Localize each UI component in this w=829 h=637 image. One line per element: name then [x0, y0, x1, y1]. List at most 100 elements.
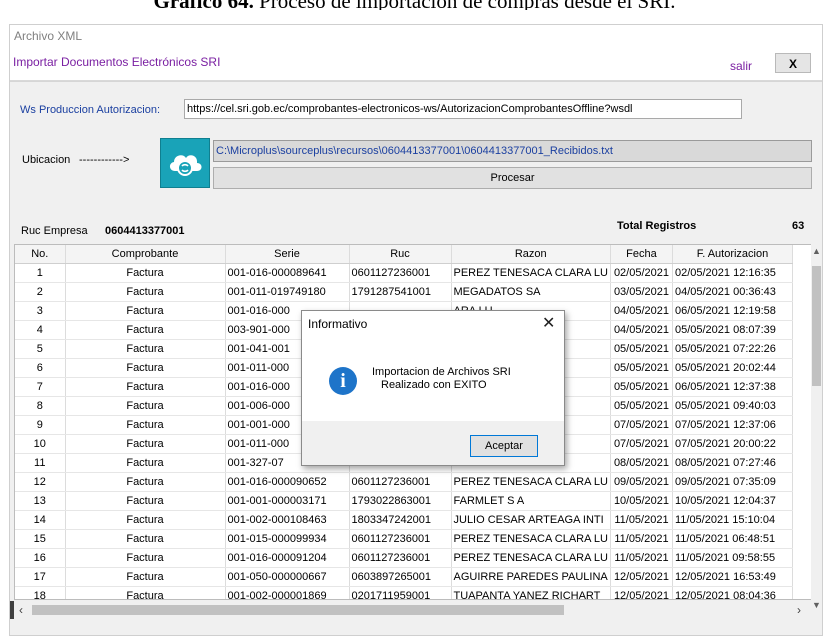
- salir-label: salir: [730, 59, 753, 73]
- table-cell: 13: [15, 491, 66, 511]
- file-path-field[interactable]: C:\Microplus\sourceplus\recursos\0604413…: [213, 140, 812, 162]
- table-cell: 11/05/2021: [610, 529, 673, 549]
- table-cell: 05/05/2021 09:40:03: [672, 396, 793, 416]
- table-row[interactable]: 15 Factura 001-015-000099934 0601127236001 P…: [15, 529, 793, 549]
- table-cell: 1793022863001: [349, 491, 452, 511]
- horizontal-scroll-thumb[interactable]: [32, 605, 564, 615]
- table-cell: 07/05/2021: [610, 415, 673, 435]
- table-cell: 5: [15, 339, 66, 359]
- table-cell: Factura: [65, 453, 226, 473]
- table-cell: 001-002-000108463: [225, 510, 350, 530]
- ruc-empresa-label: Ruc Empresa: [21, 225, 88, 237]
- table-cell: 07/05/2021 20:00:22: [672, 434, 793, 454]
- table-cell: 11/05/2021: [610, 548, 673, 568]
- table-row[interactable]: 1 Factura 001-016-000089641 0601127236001 PE…: [15, 263, 793, 283]
- exit-button[interactable]: X: [775, 53, 811, 73]
- table-cell: 04/05/2021: [610, 301, 673, 321]
- table-cell: 07/05/2021: [610, 434, 673, 454]
- column-header[interactable]: Fecha: [610, 245, 673, 264]
- table-cell: 3: [15, 301, 66, 321]
- table-cell: 8: [15, 396, 66, 416]
- table-cell: 1803347242001: [349, 510, 452, 530]
- table-cell: 7: [15, 377, 66, 397]
- table-cell: 05/05/2021: [610, 377, 673, 397]
- column-header[interactable]: Ruc: [349, 245, 452, 264]
- table-cell: 03/05/2021: [610, 282, 673, 302]
- table-cell: 11/05/2021 06:48:51: [672, 529, 793, 549]
- table-cell: 11/05/2021: [610, 510, 673, 530]
- table-cell: 12/05/2021: [610, 586, 673, 599]
- table-cell: 05/05/2021 08:07:39: [672, 320, 793, 340]
- column-header[interactable]: No.: [15, 245, 66, 264]
- total-registros-label: Total Registros: [617, 220, 697, 232]
- table-row[interactable]: 17 Factura 001-050-000000667 0603897265001 A…: [15, 567, 793, 587]
- column-header[interactable]: Serie: [225, 245, 350, 264]
- aceptar-button[interactable]: Aceptar: [470, 435, 538, 457]
- table-cell: 09/05/2021: [610, 472, 673, 492]
- table-cell: 05/05/2021: [610, 358, 673, 378]
- table-cell: 09/05/2021 07:35:09: [672, 472, 793, 492]
- table-row[interactable]: 12 Factura 001-016-000090652 0601127236001 P…: [15, 472, 793, 492]
- dialog-close-icon[interactable]: ✕: [542, 313, 555, 333]
- table-cell: 12/05/2021 16:53:49: [672, 567, 793, 587]
- vertical-scroll-thumb[interactable]: [812, 266, 821, 386]
- vertical-scrollbar[interactable]: ▲ ▼: [811, 244, 822, 614]
- dialog-message-line2: Realizado con EXITO: [381, 379, 487, 391]
- table-cell: Factura: [65, 529, 226, 549]
- column-header[interactable]: F. Autorizacion: [672, 245, 793, 264]
- table-row[interactable]: 18 Factura 001-002-000001869 0201711959001 T…: [15, 586, 793, 599]
- table-cell: JULIO CESAR ARTEAGA INTI: [451, 510, 611, 530]
- scroll-up-icon[interactable]: ▲: [811, 246, 822, 258]
- table-cell: 6: [15, 358, 66, 378]
- scroll-right-icon[interactable]: ›: [792, 601, 806, 619]
- table-cell: PEREZ TENESACA CLARA LU: [451, 548, 611, 568]
- caption-number: Gráfico 64.: [154, 0, 254, 10]
- horizontal-scrollbar[interactable]: ‹ ›: [14, 601, 810, 619]
- caption-text: Proceso de importación de compras desde …: [259, 0, 675, 10]
- table-cell: 06/05/2021 12:19:58: [672, 301, 793, 321]
- dialog-message-line1: Importacion de Archivos SRI: [372, 366, 511, 378]
- table-cell: Factura: [65, 320, 226, 340]
- table-row[interactable]: 13 Factura 001-001-000003171 1793022863001 F…: [15, 491, 793, 511]
- column-header[interactable]: Razon: [451, 245, 611, 264]
- column-header[interactable]: Comprobante: [65, 245, 226, 264]
- table-cell: 0201711959001: [349, 586, 452, 599]
- cloud-sync-button[interactable]: [160, 138, 210, 188]
- table-row[interactable]: 14 Factura 001-002-000108463 1803347242001 J…: [15, 510, 793, 530]
- table-row[interactable]: 2 Factura 001-011-019749180 1791287541001 ME…: [15, 282, 793, 302]
- table-cell: 14: [15, 510, 66, 530]
- form-header: Importar Documentos Electrónicos SRI sal…: [10, 47, 822, 81]
- table-row[interactable]: 16 Factura 001-016-000091204 0601127236001 P…: [15, 548, 793, 568]
- dialog-footer: Aceptar: [302, 421, 564, 465]
- table-cell: 001-016-000091204: [225, 548, 350, 568]
- table-cell: 001-015-000099934: [225, 529, 350, 549]
- table-cell: Factura: [65, 472, 226, 492]
- table-cell: 10/05/2021: [610, 491, 673, 511]
- table-cell: 0601127236001: [349, 548, 452, 568]
- table-cell: 15: [15, 529, 66, 549]
- table-cell: 11: [15, 453, 66, 473]
- table-cell: 10: [15, 434, 66, 454]
- table-cell: Factura: [65, 339, 226, 359]
- table-cell: Factura: [65, 434, 226, 454]
- scroll-down-icon[interactable]: ▼: [811, 600, 822, 612]
- scroll-left-icon[interactable]: ‹: [14, 601, 28, 619]
- cloud-sync-icon: [169, 155, 202, 176]
- ruc-empresa-value: 0604413377001: [105, 225, 185, 237]
- table-cell: 02/05/2021 12:16:35: [672, 263, 793, 283]
- table-cell: 2: [15, 282, 66, 302]
- ws-url-field[interactable]: https://cel.sri.gob.ec/comprobantes-elec…: [184, 99, 742, 119]
- table-cell: 08/05/2021 07:27:46: [672, 453, 793, 473]
- informativo-dialog: Informativo ✕ i Importacion de Archivos …: [301, 310, 565, 466]
- table-cell: MEGADATOS SA: [451, 282, 611, 302]
- table-cell: 0603897265001: [349, 567, 452, 587]
- table-cell: 1: [15, 263, 66, 283]
- table-cell: Factura: [65, 491, 226, 511]
- import-settings: Ws Produccion Autorizacion: https://cel.…: [10, 81, 822, 216]
- table-cell: 05/05/2021 07:22:26: [672, 339, 793, 359]
- table-cell: 0601127236001: [349, 529, 452, 549]
- table-cell: PEREZ TENESACA CLARA LU: [451, 263, 611, 283]
- procesar-button[interactable]: Procesar: [213, 167, 812, 189]
- table-cell: Factura: [65, 415, 226, 435]
- table-cell: 1791287541001: [349, 282, 452, 302]
